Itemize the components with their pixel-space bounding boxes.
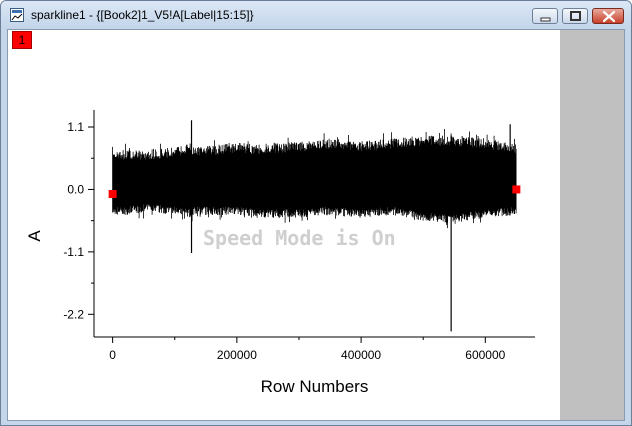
minimize-button[interactable] bbox=[532, 8, 558, 24]
x-tick-label: 400000 bbox=[341, 348, 381, 362]
plot-area[interactable]: 0 200000 400000 600000 1.1 0.0 -1.1 -2.2 Row Nu… bbox=[8, 30, 560, 420]
y-tick-label: -2.2 bbox=[63, 307, 84, 321]
data-marker[interactable] bbox=[108, 189, 117, 198]
graph-page[interactable]: 0 200000 400000 600000 1.1 0.0 -1.1 -2.2 Row Nu… bbox=[8, 30, 560, 420]
graph-window: sparkline1 - {[Book2]1_V5!A[Label|15:15]… bbox=[0, 0, 632, 426]
layer-tab-label: 1 bbox=[18, 33, 26, 47]
x-tick-label: 200000 bbox=[217, 348, 257, 362]
minimize-icon bbox=[540, 17, 551, 22]
speed-mode-notice: Speed Mode is On bbox=[203, 226, 396, 250]
graph-window-icon[interactable] bbox=[10, 8, 24, 22]
x-tick-label: 600000 bbox=[465, 348, 505, 362]
title-bar[interactable]: sparkline1 - {[Book2]1_V5!A[Label|15:15]… bbox=[1, 1, 631, 29]
data-marker[interactable] bbox=[512, 185, 521, 194]
maximize-button[interactable] bbox=[562, 8, 588, 24]
x-tick-label: 0 bbox=[109, 348, 116, 362]
close-icon bbox=[602, 10, 616, 23]
y-axis-title: A bbox=[25, 230, 44, 242]
window-title: sparkline1 - {[Book2]1_V5!A[Label|15:15]… bbox=[31, 8, 254, 22]
close-button[interactable] bbox=[592, 8, 624, 24]
maximize-icon bbox=[570, 11, 581, 21]
graph-client-area: 0 200000 400000 600000 1.1 0.0 -1.1 -2.2 Row Nu… bbox=[7, 29, 625, 421]
y-tick-label: 0.0 bbox=[67, 182, 84, 196]
y-tick-label: -1.1 bbox=[63, 245, 84, 259]
layer-1-tab[interactable]: 1 bbox=[12, 31, 32, 49]
y-tick-label: 1.1 bbox=[67, 120, 84, 134]
data-series-a[interactable] bbox=[112, 129, 517, 229]
x-axis-title: Row Numbers bbox=[261, 377, 369, 396]
